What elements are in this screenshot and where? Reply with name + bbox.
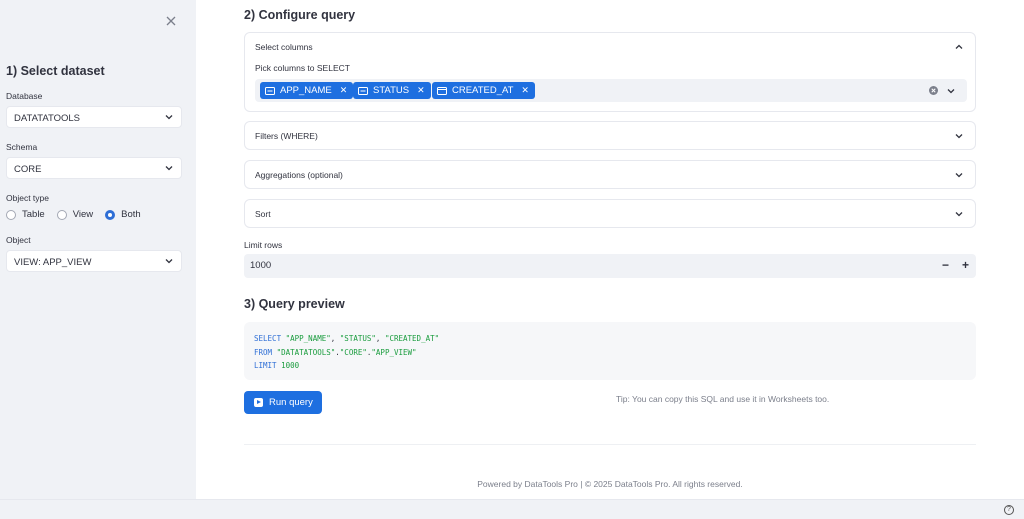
chevron-down-icon (165, 115, 173, 120)
radio-both[interactable]: Both (105, 209, 141, 220)
remove-chip-icon[interactable]: ✕ (340, 85, 348, 96)
play-icon (254, 398, 263, 407)
divider (244, 444, 976, 445)
chevron-down-icon (955, 173, 963, 178)
chip-label: STATUS (373, 85, 410, 96)
radio-both-label: Both (121, 209, 141, 220)
filters-title: Filters (WHERE) (255, 131, 318, 141)
filters-expander[interactable]: Filters (WHERE) (244, 121, 976, 150)
help-icon[interactable]: ? (1004, 505, 1014, 515)
remove-chip-icon[interactable]: ✕ (521, 85, 529, 96)
object-select[interactable]: VIEW: APP_VIEW (6, 250, 182, 272)
aggregations-expander[interactable]: Aggregations (optional) (244, 160, 976, 189)
radio-circle (6, 209, 16, 220)
close-sidebar-icon[interactable] (164, 14, 178, 28)
run-query-button[interactable]: Run query (244, 391, 322, 414)
database-select[interactable]: DATATATOOLS (6, 106, 182, 128)
limit-rows-value: 1000 (250, 260, 272, 271)
limit-rows-label: Limit rows (244, 240, 283, 250)
object-type-label: Object type (6, 193, 49, 203)
bottom-bar: ? (0, 499, 1024, 519)
sort-title: Sort (255, 209, 271, 219)
footer: Powered by DataTools Pro | © 2025 DataTo… (477, 479, 743, 489)
object-type-radio-group: Table View Both (6, 209, 153, 220)
sql-preview[interactable]: SELECT "APP_NAME", "STATUS", "CREATED_AT… (244, 322, 976, 380)
text-column-icon (265, 86, 275, 95)
sql-line-2: FROM "DATATATOOLS"."CORE"."APP_VIEW" (254, 347, 417, 357)
select-columns-title[interactable]: Select columns (255, 42, 313, 52)
configure-title: 2) Configure query (244, 8, 356, 22)
chevron-down-icon (955, 212, 963, 217)
main-content: 2) Configure query Select columns Pick c… (196, 0, 1024, 499)
remove-chip-icon[interactable]: ✕ (417, 85, 425, 96)
object-value: VIEW: APP_VIEW (14, 257, 92, 268)
decrement-button[interactable]: − (942, 258, 949, 272)
chevron-down-icon (165, 259, 173, 264)
radio-view-label: View (72, 209, 94, 220)
select-columns-expander: Select columns Pick columns to SELECT AP… (244, 32, 976, 112)
database-value: DATATATOOLS (14, 113, 80, 124)
aggregations-title: Aggregations (optional) (255, 170, 343, 180)
calendar-icon (437, 86, 447, 95)
chevron-down-icon (165, 166, 173, 171)
clear-all-icon[interactable] (929, 86, 938, 95)
schema-value: CORE (14, 164, 42, 175)
tip-text: Tip: You can copy this SQL and use it in… (616, 394, 830, 404)
run-query-label: Run query (269, 397, 313, 408)
radio-table[interactable]: Table (6, 209, 45, 220)
schema-select[interactable]: CORE (6, 157, 182, 179)
limit-rows-input[interactable]: 1000 − + (244, 254, 976, 278)
chevron-down-icon[interactable] (947, 87, 955, 95)
object-label: Object (6, 235, 31, 245)
text-column-icon (358, 86, 368, 95)
radio-circle (56, 209, 67, 220)
schema-label: Schema (6, 142, 38, 152)
sql-line-1: SELECT "APP_NAME", "STATUS", "CREATED_AT… (254, 334, 440, 343)
chip-created-at[interactable]: CREATED_AT ✕ (432, 82, 535, 99)
columns-multiselect[interactable]: APP_NAME ✕ STATUS ✕ CREATED_AT ✕ (255, 79, 967, 102)
chevron-up-icon[interactable] (955, 43, 963, 51)
radio-table-label: Table (22, 209, 45, 220)
increment-button[interactable]: + (962, 258, 969, 272)
chevron-down-icon (955, 134, 963, 139)
preview-title: 3) Query preview (244, 297, 345, 311)
pick-columns-label: Pick columns to SELECT (255, 63, 350, 73)
radio-circle-selected (105, 209, 116, 220)
sidebar: 1) Select dataset Database DATATATOOLS S… (0, 0, 196, 499)
database-label: Database (6, 91, 43, 101)
chip-label: CREATED_AT (452, 85, 514, 96)
chip-label: APP_NAME (280, 85, 332, 96)
sidebar-title: 1) Select dataset (6, 64, 105, 78)
chip-status[interactable]: STATUS ✕ (353, 82, 431, 99)
radio-view[interactable]: View (56, 209, 94, 220)
sql-line-3: LIMIT 1000 (254, 361, 300, 370)
sort-expander[interactable]: Sort (244, 199, 976, 228)
chip-app-name[interactable]: APP_NAME ✕ (260, 82, 354, 99)
